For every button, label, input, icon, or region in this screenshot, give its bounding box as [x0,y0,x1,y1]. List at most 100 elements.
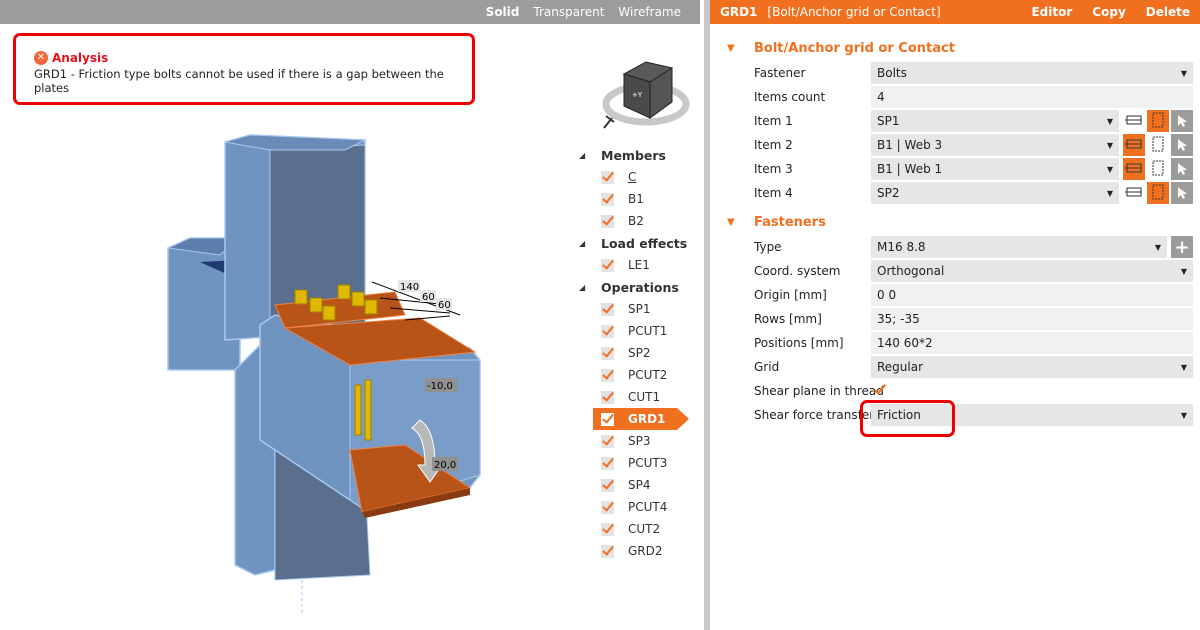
tree-item-sp2[interactable]: SP2 [575,342,700,364]
coord-row: Coord. system Orthogonal ▼ [710,259,1200,283]
member-connect-button[interactable] [1123,110,1145,132]
member-connect-button[interactable] [1123,134,1145,156]
pick-in-3d-button[interactable] [1171,134,1193,156]
properties-panel: GRD1 [Bolt/Anchor grid or Contact] Edito… [710,0,1200,630]
tree-item-label: B2 [628,214,644,228]
item-dropdown[interactable]: B1 | Web 1 ▼ [871,158,1119,180]
visibility-checkbox[interactable] [601,544,614,558]
type-label: Type [754,240,782,254]
origin-input[interactable]: 0 0 [871,284,1193,306]
coord-dropdown[interactable]: Orthogonal ▼ [871,260,1193,282]
tree-group-load-effects[interactable]: ◢ Load effects [575,232,700,254]
items-count-input[interactable]: 4 [871,86,1193,108]
collapse-triangle-icon[interactable]: ◢ [575,151,601,160]
tree-item-b1[interactable]: B1 [575,188,700,210]
visibility-checkbox[interactable] [601,258,614,272]
shear-transfer-dropdown[interactable]: Friction ▼ [871,404,1193,426]
origin-row: Origin [mm] 0 0 [710,283,1200,307]
tree-item-grd2[interactable]: GRD2 [575,540,700,562]
tree-item-sp4[interactable]: SP4 [575,474,700,496]
section-fasteners[interactable]: ▼ Fasteners [710,209,1200,235]
item-label: Item 3 [754,162,793,176]
collapse-arrow-icon[interactable]: ▼ [727,217,754,228]
delete-button[interactable]: Delete [1146,5,1190,19]
tree-item-sp1[interactable]: SP1 [575,298,700,320]
items-count-value: 4 [877,90,885,104]
visibility-checkbox[interactable] [601,456,614,470]
pick-in-3d-button[interactable] [1171,182,1193,204]
tree-item-c[interactable]: C [575,166,700,188]
member-connect-button[interactable] [1123,182,1145,204]
visibility-checkbox[interactable] [601,302,614,316]
tree-group-members[interactable]: ◢ Members [575,144,700,166]
coord-label: Coord. system [754,264,841,278]
member-connect-icon [1125,161,1143,178]
item-dropdown[interactable]: B1 | Web 3 ▼ [871,134,1119,156]
visibility-checkbox[interactable] [601,346,614,360]
collapse-triangle-icon[interactable]: ◢ [575,283,601,292]
grid-dropdown[interactable]: Regular ▼ [871,356,1193,378]
visibility-checkbox[interactable] [601,324,614,338]
visibility-checkbox[interactable] [601,390,614,404]
dropdown-arrow-icon: ▼ [1154,242,1161,252]
rows-input[interactable]: 35; -35 [871,308,1193,330]
pick-in-3d-button[interactable] [1171,158,1193,180]
view-mode-transparent[interactable]: Transparent [526,5,611,19]
visibility-checkbox[interactable] [601,522,614,536]
tree-item-label: CUT2 [628,522,661,536]
fastener-dropdown[interactable]: Bolts ▼ [871,62,1193,84]
view-mode-wireframe[interactable]: Wireframe [611,5,688,19]
operation-id: GRD1 [720,5,758,19]
item-dropdown[interactable]: SP1 ▼ [871,110,1119,132]
collapse-arrow-icon[interactable]: ▼ [727,43,754,54]
section-bolt-grid[interactable]: ▼ Bolt/Anchor grid or Contact [710,35,1200,61]
tree-item-pcut2[interactable]: PCUT2 [575,364,700,386]
view-mode-solid[interactable]: Solid [479,5,527,19]
plate-connect-button[interactable] [1147,182,1169,204]
item-value: B1 | Web 1 [877,162,943,176]
tree-item-sp3[interactable]: SP3 [575,430,700,452]
plate-connect-button[interactable] [1147,110,1169,132]
tree-item-le1[interactable]: LE1 [575,254,700,276]
tree-item-pcut1[interactable]: PCUT1 [575,320,700,342]
item-dropdown[interactable]: SP2 ▼ [871,182,1119,204]
add-bolt-type-button[interactable]: + [1171,236,1193,258]
pick-in-3d-button[interactable] [1171,110,1193,132]
dropdown-arrow-icon: ▼ [1180,68,1187,78]
collapse-triangle-icon[interactable]: ◢ [575,239,601,248]
navigation-cube[interactable]: +Y [596,52,696,132]
visibility-checkbox[interactable] [601,192,614,206]
visibility-checkbox[interactable] [601,434,614,448]
tree-item-cut1[interactable]: CUT1 [575,386,700,408]
tree-item-label: SP1 [628,302,651,316]
tree-item-pcut3[interactable]: PCUT3 [575,452,700,474]
visibility-checkbox[interactable] [601,478,614,492]
member-connect-icon [1125,137,1143,154]
visibility-checkbox[interactable] [601,214,614,228]
load-label-1: -10,0 [427,381,453,392]
tree-item-b2[interactable]: B2 [575,210,700,232]
copy-button[interactable]: Copy [1092,5,1125,19]
editor-button[interactable]: Editor [1031,5,1072,19]
visibility-checkbox[interactable] [601,170,614,184]
connection-3d-model[interactable]: 140 60 60 -10,0 20,0 [150,120,510,620]
error-icon: ✕ [34,51,48,65]
grid-row: Grid Regular ▼ [710,355,1200,379]
tree-item-cut2[interactable]: CUT2 [575,518,700,540]
3d-viewport[interactable]: Solid Transparent Wireframe ✕ Analysis G… [0,0,700,630]
tree-item-pcut4[interactable]: PCUT4 [575,496,700,518]
visibility-checkbox[interactable] [601,412,614,426]
plate-connect-button[interactable] [1147,134,1169,156]
visibility-checkbox[interactable] [601,500,614,514]
shear-thread-checkbox[interactable] [873,384,887,398]
type-dropdown[interactable]: M16 8.8 ▼ [871,236,1167,258]
tree-item-label: SP3 [628,434,651,448]
plate-connect-button[interactable] [1147,158,1169,180]
visibility-checkbox[interactable] [601,368,614,382]
member-connect-button[interactable] [1123,158,1145,180]
tree-item-grd1[interactable]: GRD1 [593,408,689,430]
positions-input[interactable]: 140 60*2 [871,332,1193,354]
tree-group-operations[interactable]: ◢ Operations [575,276,700,298]
cursor-icon [1178,139,1187,151]
tree-item-label: C [628,170,637,184]
